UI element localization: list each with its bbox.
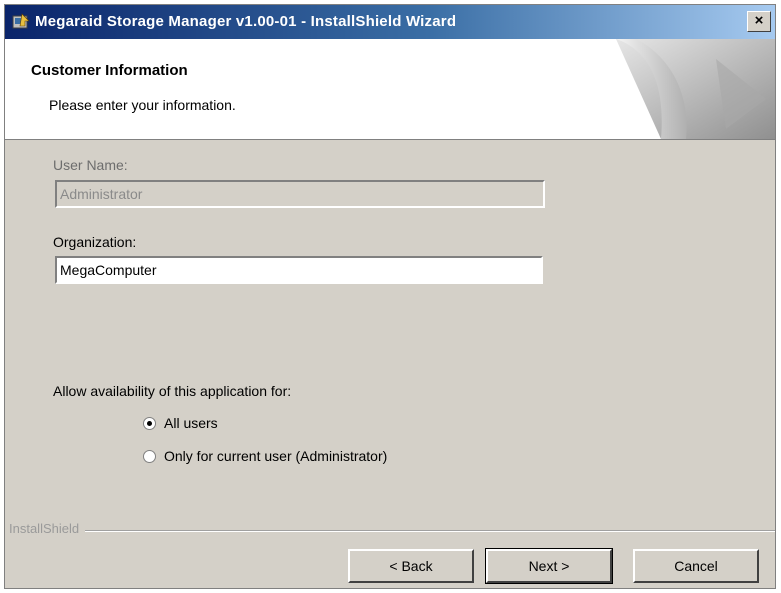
next-button[interactable]: Next > — [485, 548, 613, 584]
installshield-brand-label: InstallShield — [9, 521, 86, 536]
user-name-label: User Name: — [53, 157, 128, 173]
organization-label: Organization: — [53, 234, 137, 250]
window-title: Megaraid Storage Manager v1.00-01 - Inst… — [35, 13, 457, 30]
radio-checked-icon[interactable] — [143, 416, 156, 430]
radio-all-users-label: All users — [164, 415, 218, 431]
back-button[interactable]: < Back — [348, 549, 474, 583]
organization-field[interactable]: MegaComputer — [55, 256, 543, 284]
cancel-button[interactable]: Cancel — [633, 549, 759, 583]
user-name-field[interactable]: Administrator — [55, 180, 545, 208]
page-title: Customer Information — [31, 62, 188, 79]
installer-icon — [12, 13, 30, 29]
close-button[interactable]: × — [747, 11, 771, 32]
title-bar[interactable]: Megaraid Storage Manager v1.00-01 - Inst… — [5, 5, 775, 39]
radio-unchecked-icon[interactable] — [143, 449, 156, 463]
radio-current-user[interactable]: Only for current user (Administrator) — [143, 448, 387, 464]
header-panel: Customer Information Please enter your i… — [5, 39, 775, 140]
radio-current-user-label: Only for current user (Administrator) — [164, 448, 388, 464]
installshield-wizard-window: Megaraid Storage Manager v1.00-01 - Inst… — [4, 4, 776, 589]
radio-all-users[interactable]: All users — [143, 415, 218, 431]
installshield-graphic-icon — [616, 39, 775, 139]
availability-label: Allow availability of this application f… — [53, 383, 292, 399]
page-subtitle: Please enter your information. — [49, 97, 236, 113]
footer-divider — [9, 530, 775, 532]
